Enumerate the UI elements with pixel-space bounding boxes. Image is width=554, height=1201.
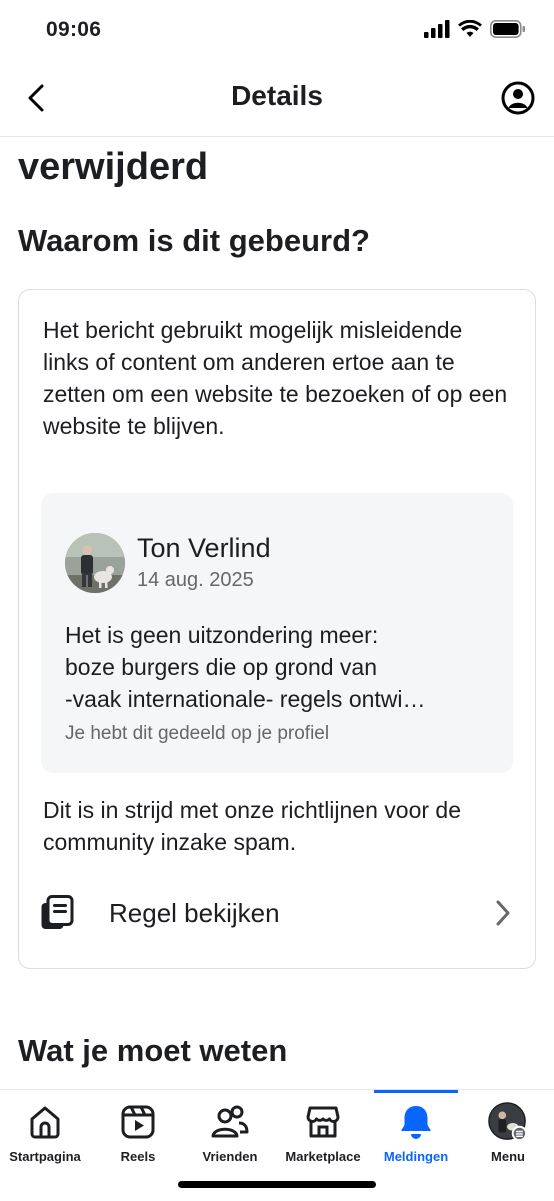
reason-card: Het bericht gebruikt mogelijk misleidend… — [18, 289, 536, 969]
friends-icon — [210, 1102, 250, 1142]
shared-note: Je hebt dit gedeeld op je profiel — [65, 723, 330, 744]
violation-text: Dit is in strijd met onze richtlijnen vo… — [43, 797, 461, 855]
post-author: Ton Verlind — [137, 533, 271, 563]
active-tab-indicator — [374, 1090, 458, 1093]
tab-label: Meldingen — [383, 1149, 449, 1164]
excerpt-line: boze burgers die op grond van — [65, 654, 377, 680]
view-rule-label: Regel bekijken — [109, 897, 280, 928]
tab-marketplace[interactable]: Marketplace — [277, 1102, 369, 1172]
excerpt-line: Het is geen uitzondering meer: — [65, 622, 379, 648]
nav-bar: Details — [0, 60, 554, 137]
tab-label: Marketplace — [285, 1149, 361, 1164]
home-indicator[interactable] — [178, 1181, 376, 1188]
excerpt-line: -vaak internationale- regels ontwi… — [65, 686, 426, 712]
wifi-icon — [458, 19, 482, 43]
removal-heading: verwijderd — [18, 146, 209, 188]
marketplace-icon — [303, 1102, 343, 1142]
tab-menu[interactable]: Menu — [462, 1102, 554, 1172]
post-date: 14 aug. 2025 — [137, 569, 254, 591]
reels-icon — [118, 1102, 158, 1142]
post-excerpt: Het is geen uitzondering meer: boze burg… — [65, 619, 495, 715]
what-to-know-heading: Wat je moet weten — [18, 1033, 288, 1068]
user-circle-icon — [501, 81, 535, 115]
bell-icon — [396, 1102, 436, 1142]
view-rule-button[interactable]: Regel bekijken — [37, 878, 517, 948]
status-bar: 09:06 — [0, 0, 554, 60]
home-icon — [25, 1102, 65, 1142]
author-avatar — [65, 533, 125, 593]
status-time: 09:06 — [46, 18, 102, 41]
tab-notifications[interactable]: Meldingen — [370, 1102, 462, 1172]
tab-label: Reels — [120, 1149, 156, 1164]
chevron-right-icon — [489, 899, 517, 927]
signal-icon — [424, 20, 450, 43]
details-content[interactable]: verwijderd Waarom is dit gebeurd? Het be… — [0, 137, 554, 1089]
tab-label: Menu — [491, 1149, 525, 1164]
tab-home[interactable]: Startpagina — [0, 1102, 91, 1172]
battery-icon — [490, 20, 526, 43]
status-icons — [424, 19, 526, 43]
account-button[interactable] — [500, 80, 536, 116]
page-title: Details — [231, 80, 323, 111]
profile-menu-icon — [488, 1102, 528, 1142]
tab-reels[interactable]: Reels — [92, 1102, 184, 1172]
tab-label: Startpagina — [9, 1149, 81, 1164]
tab-friends[interactable]: Vrienden — [184, 1102, 276, 1172]
reason-text: Het bericht gebruikt mogelijk misleidend… — [43, 317, 508, 439]
why-heading: Waarom is dit gebeurd? — [18, 223, 370, 258]
bottom-tab-bar: Startpagina Reels Vrienden Marketplace M… — [0, 1089, 554, 1201]
post-preview[interactable]: Ton Verlind 14 aug. 2025 Het is geen uit… — [41, 493, 513, 773]
tab-label: Vrienden — [202, 1149, 258, 1164]
rulebook-icon — [37, 893, 77, 933]
